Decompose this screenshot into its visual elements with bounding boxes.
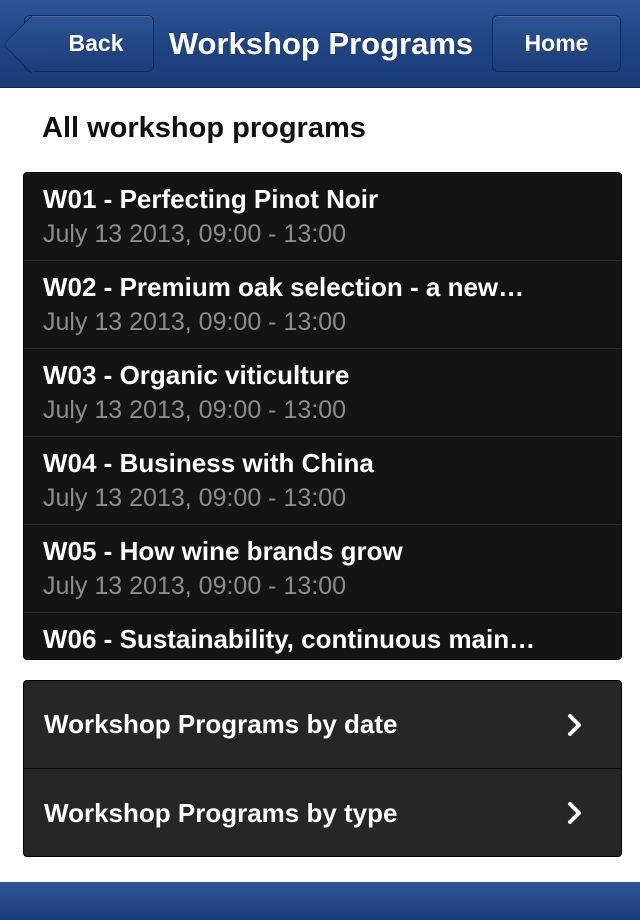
filter-label: Workshop Programs by type [44, 797, 398, 828]
program-item-w03[interactable]: W03 - Organic viticulture July 13 2013, … [24, 349, 621, 437]
program-name: W05 - How wine brands grow [43, 536, 403, 566]
program-name: W03 - Organic viticulture [43, 360, 350, 390]
navigation-bar: Back Workshop Programs Home [0, 0, 640, 88]
program-time: July 13 2013, 09:00 - 13:00 [43, 484, 347, 512]
footer-bar [0, 882, 640, 920]
program-name: W01 - Perfecting Pinot Noir [43, 184, 379, 214]
filter-list: Workshop Programs by date Workshop Progr… [23, 680, 622, 857]
program-name: W04 - Business with China [43, 448, 374, 478]
program-list: W01 - Perfecting Pinot Noir July 13 2013… [23, 172, 622, 660]
program-time: July 13 2013, 09:00 - 13:00 [43, 396, 347, 424]
program-name: W02 - Premium oak selection - a new… [43, 272, 525, 302]
program-name: W06 - Sustainability, continuous main… [43, 624, 536, 654]
filter-by-date[interactable]: Workshop Programs by date [24, 681, 621, 769]
program-item-w06[interactable]: W06 - Sustainability, continuous main… [24, 613, 621, 659]
back-button[interactable]: Back [24, 15, 154, 72]
home-button[interactable]: Home [492, 15, 621, 72]
program-time: July 13 2013, 09:00 - 13:00 [43, 220, 347, 248]
program-item-w01[interactable]: W01 - Perfecting Pinot Noir July 13 2013… [24, 173, 621, 261]
chevron-right-icon [568, 802, 581, 824]
back-button-label: Back [68, 30, 124, 56]
chevron-right-icon [568, 713, 581, 736]
program-item-w04[interactable]: W04 - Business with China July 13 2013, … [24, 437, 621, 525]
program-time: July 13 2013, 09:00 - 13:00 [43, 308, 347, 336]
program-time: July 13 2013, 09:00 - 13:00 [43, 572, 347, 600]
page-title: Workshop Programs [168, 26, 474, 61]
program-item-w02[interactable]: W02 - Premium oak selection - a new… Jul… [24, 261, 621, 349]
section-title: All workshop programs [42, 112, 366, 144]
filter-label: Workshop Programs by date [44, 709, 398, 739]
program-item-w05[interactable]: W05 - How wine brands grow July 13 2013,… [24, 525, 621, 613]
filter-by-type[interactable]: Workshop Programs by type [24, 769, 621, 856]
